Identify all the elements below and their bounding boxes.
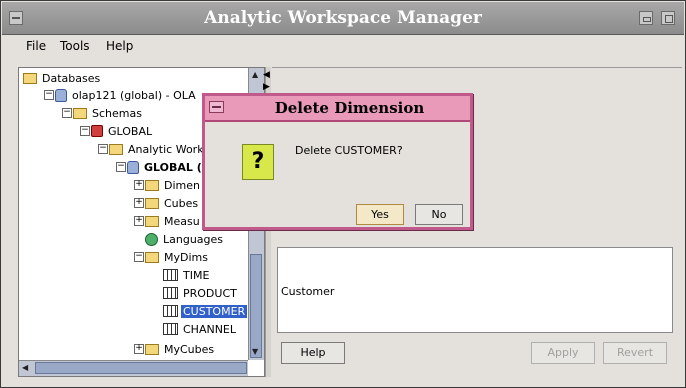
schemas-icon: [73, 107, 87, 119]
menu-help[interactable]: Help: [106, 39, 133, 53]
databases-icon: [23, 72, 37, 84]
tree-item-measures[interactable]: Measu: [145, 213, 202, 230]
dimension-icon: [163, 305, 178, 317]
tree-item-label: MyCubes: [164, 343, 215, 356]
tree-item-schemas[interactable]: Schemas: [73, 105, 144, 122]
tree-item-label: Dimen: [164, 179, 200, 192]
folder-icon: [145, 179, 159, 191]
collapse-toggle[interactable]: −: [62, 108, 72, 118]
menu-file[interactable]: File: [26, 39, 46, 53]
tree-item-label: Cubes: [164, 197, 199, 210]
dimension-icon: [163, 287, 178, 299]
menu-tools[interactable]: Tools: [60, 39, 90, 53]
tree-item-mycubes[interactable]: MyCubes: [145, 341, 216, 358]
vertical-scroll-thumb[interactable]: [250, 254, 262, 358]
question-icon: ?: [242, 144, 274, 180]
workspaces-icon: [109, 143, 123, 155]
tree-item-label: CHANNEL: [183, 323, 237, 336]
tree-item-global-aw[interactable]: GLOBAL (: [127, 159, 204, 176]
tree-item-olap121[interactable]: olap121 (global) - OLA: [55, 87, 198, 104]
dialog-menu-button[interactable]: [209, 101, 224, 113]
dialog-message: Delete CUSTOMER?: [295, 144, 403, 157]
horizontal-scroll-thumb[interactable]: [35, 362, 247, 374]
tree-item-product[interactable]: PRODUCT: [163, 285, 239, 302]
scroll-left-icon[interactable]: ◀: [22, 363, 28, 372]
dialog-title-bar: Delete Dimension: [205, 96, 470, 122]
maximize-button[interactable]: [661, 11, 675, 25]
description-box: Customer: [277, 247, 673, 333]
tree-item-languages[interactable]: Languages: [145, 231, 225, 248]
tree-item-label: Analytic Work: [128, 143, 204, 156]
tree-item-label: Databases: [42, 72, 101, 85]
tree-horizontal-scrollbar[interactable]: ◀: [19, 360, 248, 376]
delete-dimension-dialog: Delete Dimension ? Delete CUSTOMER? Yes …: [202, 93, 473, 230]
scroll-down-icon[interactable]: ▼: [252, 347, 258, 356]
maximize-icon: [665, 15, 673, 23]
expand-toggle[interactable]: +: [134, 216, 144, 226]
database-icon: [55, 88, 67, 102]
globe-icon: [145, 232, 158, 246]
apply-button[interactable]: Apply: [531, 342, 595, 364]
collapse-right-icon[interactable]: ▶: [263, 82, 270, 92]
tree-item-label: TIME: [183, 269, 210, 282]
dialog-menu-icon: [212, 106, 221, 108]
folder-icon: [145, 197, 159, 209]
collapse-toggle[interactable]: −: [80, 126, 90, 136]
dialog-title: Delete Dimension: [274, 99, 425, 117]
revert-button[interactable]: Revert: [603, 342, 667, 364]
window-title: Analytic Workspace Manager: [204, 8, 482, 28]
tree-item-label: GLOBAL (: [144, 161, 202, 174]
minimize-icon: [643, 17, 651, 22]
dimension-icon: [163, 269, 178, 281]
tree-item-label: PRODUCT: [183, 287, 237, 300]
collapse-toggle[interactable]: −: [134, 252, 144, 262]
collapse-left-icon[interactable]: ◀: [263, 70, 270, 80]
dimension-icon: [163, 323, 178, 335]
folder-icon: [145, 343, 159, 355]
tree-item-label: Measu: [164, 215, 200, 228]
tree-item-label: CUSTOMER: [181, 305, 248, 318]
user-icon: [91, 125, 103, 137]
tree-item-label: Languages: [163, 233, 224, 246]
yes-button[interactable]: Yes: [356, 204, 404, 225]
expand-toggle[interactable]: +: [134, 344, 144, 354]
tree-item-analytic-workspaces[interactable]: Analytic Work: [109, 141, 206, 158]
tree-item-label: GLOBAL: [108, 125, 153, 138]
collapse-toggle[interactable]: −: [98, 144, 108, 154]
minimize-button[interactable]: [639, 11, 653, 25]
tree-item-label: Schemas: [92, 107, 142, 120]
tree-item-customer[interactable]: CUSTOMER: [163, 303, 248, 320]
help-button[interactable]: Help: [281, 342, 345, 364]
description-text: Customer: [281, 285, 335, 298]
workspace-icon: [127, 160, 139, 174]
expand-toggle[interactable]: +: [134, 198, 144, 208]
title-bar: Analytic Workspace Manager: [2, 2, 684, 35]
tree-item-time[interactable]: TIME: [163, 267, 211, 284]
tree-item-global-schema[interactable]: GLOBAL: [91, 123, 154, 140]
no-button[interactable]: No: [415, 204, 463, 225]
folder-icon: [145, 215, 159, 227]
tree-item-channel[interactable]: CHANNEL: [163, 321, 238, 338]
folder-icon: [145, 251, 159, 263]
tree-item-label: olap121 (global) - OLA: [72, 89, 196, 102]
expand-toggle[interactable]: +: [134, 180, 144, 190]
tree-item-dimensions[interactable]: Dimen: [145, 177, 202, 194]
scroll-up-icon[interactable]: ▲: [252, 70, 258, 79]
tree-item-mydims[interactable]: MyDims: [145, 249, 210, 266]
tree-item-databases[interactable]: Databases: [23, 70, 102, 87]
collapse-toggle[interactable]: −: [116, 162, 126, 172]
collapse-toggle[interactable]: −: [44, 90, 54, 100]
tree-item-label: MyDims: [164, 251, 208, 264]
tree-item-cubes[interactable]: Cubes: [145, 195, 200, 212]
menu-bar: File Tools Help: [2, 35, 684, 57]
